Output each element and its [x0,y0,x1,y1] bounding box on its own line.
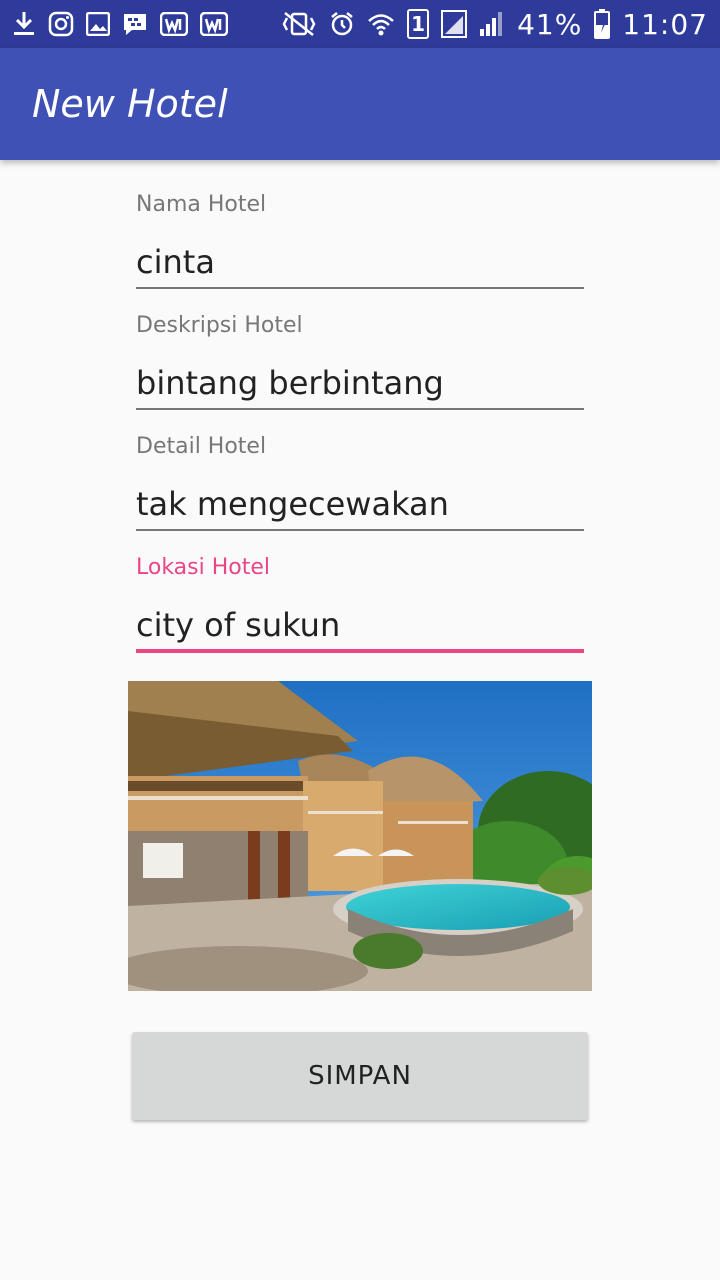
image-icon [86,12,110,36]
page-title: New Hotel [32,82,228,126]
alarm-icon [329,11,355,37]
battery-charging-icon [594,9,611,39]
vibrate-icon [281,11,317,37]
detail-hotel-underline [136,529,584,531]
bbm-icon [122,12,148,36]
lokasi-hotel-underline [136,649,584,653]
lokasi-hotel-input[interactable] [136,603,584,647]
wifi-icon [367,11,395,37]
status-bar: 1 41% 11:07 [0,0,720,48]
webtoon-icon [200,12,228,36]
detail-hotel-input[interactable] [136,482,584,526]
download-icon [12,10,36,38]
hotel-form: Nama Hotel Deskripsi Hotel Detail Hotel … [136,186,584,670]
deskripsi-hotel-field: Deskripsi Hotel [136,307,584,428]
deskripsi-hotel-underline [136,408,584,410]
detail-hotel-field: Detail Hotel [136,428,584,549]
nama-hotel-input[interactable] [136,240,584,284]
detail-hotel-label: Detail Hotel [136,434,267,459]
instagram-icon [48,11,74,37]
nama-hotel-field: Nama Hotel [136,186,584,307]
hotel-photo[interactable] [128,681,592,991]
signal-icon [479,11,505,37]
status-right-icons: 1 41% 11:07 [281,8,708,41]
signal-box-icon [441,10,468,38]
deskripsi-hotel-input[interactable] [136,361,584,405]
lokasi-hotel-label: Lokasi Hotel [136,555,271,580]
save-button[interactable]: SIMPAN [132,1032,588,1120]
status-left-icons [12,10,228,38]
sim1-icon: 1 [407,9,430,39]
battery-percent: 41% [517,7,583,41]
deskripsi-hotel-label: Deskripsi Hotel [136,313,303,338]
webtoon-icon [160,12,188,36]
nama-hotel-label: Nama Hotel [136,192,267,217]
clock: 11:07 [622,7,708,41]
lokasi-hotel-field: Lokasi Hotel [136,549,584,670]
nama-hotel-underline [136,287,584,289]
app-bar: New Hotel [0,48,720,160]
